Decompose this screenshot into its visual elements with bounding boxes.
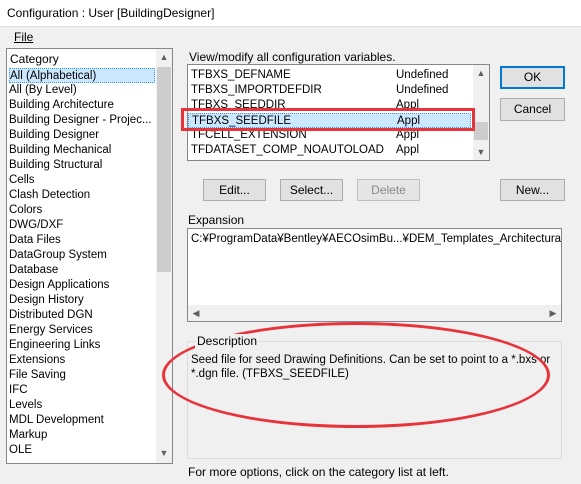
category-item[interactable]: Building Structural: [9, 158, 102, 173]
variable-level: Appl: [396, 144, 420, 156]
highlight-rectangle: [181, 108, 475, 131]
footer-hint: For more options, click on the category …: [188, 465, 449, 479]
scroll-down-icon[interactable]: ▼: [156, 445, 172, 461]
category-item[interactable]: Design Applications: [9, 278, 109, 293]
variable-name: TFDATASET_COMP_NOAUTOLOAD: [191, 144, 384, 156]
category-item[interactable]: Data Files: [9, 233, 61, 248]
scroll-up-icon[interactable]: ▲: [473, 65, 489, 81]
category-item[interactable]: Extensions: [9, 353, 65, 368]
window-title: Configuration : User [BuildingDesigner]: [7, 6, 215, 20]
ok-button[interactable]: OK: [500, 66, 565, 89]
cancel-button[interactable]: Cancel: [500, 98, 565, 121]
category-item[interactable]: Database: [9, 263, 58, 278]
variable-name: TFBXS_DEFNAME: [191, 69, 291, 81]
scroll-left-icon[interactable]: ◀: [188, 305, 204, 321]
category-item[interactable]: Levels: [9, 398, 42, 413]
category-item[interactable]: IFC: [9, 383, 28, 398]
category-item[interactable]: Building Designer: [9, 128, 99, 143]
variable-level: Undefined: [396, 69, 449, 81]
variable-level: Undefined: [396, 84, 449, 96]
variable-row[interactable]: TFBXS_DEFNAME Undefined: [188, 68, 471, 83]
variable-row[interactable]: TFDATASET_COMP_NOAUTOLOAD Appl: [188, 143, 471, 158]
menu-bar: [0, 27, 581, 46]
scroll-down-icon[interactable]: ▼: [473, 144, 489, 160]
variable-row[interactable]: TFBXS_IMPORTDEFDIR Undefined: [188, 83, 471, 98]
expansion-hscrollbar[interactable]: ◀ ▶: [188, 305, 561, 321]
scroll-thumb[interactable]: [474, 122, 488, 140]
category-item[interactable]: Markup: [9, 428, 47, 443]
category-item[interactable]: MDL Development: [9, 413, 104, 428]
category-item[interactable]: Engineering Links: [9, 338, 100, 353]
category-item[interactable]: Cells: [9, 173, 35, 188]
scroll-right-icon[interactable]: ▶: [545, 305, 561, 321]
menu-file[interactable]: File: [14, 30, 33, 44]
variables-scrollbar[interactable]: ▲ ▼: [473, 65, 489, 160]
category-item[interactable]: Colors: [9, 203, 42, 218]
category-list[interactable]: Category All (Alphabetical) All (By Level…: [6, 48, 173, 464]
expansion-field[interactable]: C:¥ProgramData¥Bentley¥AECOsimBu...¥DEM_…: [187, 228, 562, 322]
scroll-up-icon[interactable]: ▲: [156, 49, 172, 65]
category-item[interactable]: DataGroup System: [9, 248, 107, 263]
category-item[interactable]: Distributed DGN: [9, 308, 93, 323]
category-header: Category: [10, 52, 59, 66]
category-item[interactable]: Building Mechanical: [9, 143, 111, 158]
select-button[interactable]: Select...: [280, 179, 343, 201]
category-item[interactable]: Design History: [9, 293, 84, 308]
category-item[interactable]: Energy Services: [9, 323, 93, 338]
expansion-value: C:¥ProgramData¥Bentley¥AECOsimBu...¥DEM_…: [191, 233, 562, 245]
category-scrollbar[interactable]: ▲ ▼: [156, 49, 172, 463]
category-item[interactable]: All (Alphabetical): [9, 68, 155, 83]
edit-button[interactable]: Edit...: [203, 179, 266, 201]
variable-name: TFBXS_IMPORTDEFDIR: [191, 84, 322, 96]
category-item[interactable]: OLE: [9, 443, 32, 458]
variables-header: View/modify all configuration variables.: [189, 50, 396, 64]
category-item[interactable]: Building Designer - Projec...: [9, 113, 152, 128]
category-item[interactable]: DWG/DXF: [9, 218, 63, 233]
category-item[interactable]: All (By Level): [9, 83, 77, 98]
category-item[interactable]: Clash Detection: [9, 188, 90, 203]
description-label: Description: [195, 334, 260, 348]
scroll-thumb[interactable]: [157, 67, 171, 272]
category-item[interactable]: Building Architecture: [9, 98, 114, 113]
expansion-label: Expansion: [188, 213, 245, 227]
category-item[interactable]: File Saving: [9, 368, 66, 383]
delete-button[interactable]: Delete: [357, 179, 420, 201]
new-button[interactable]: New...: [500, 179, 565, 201]
